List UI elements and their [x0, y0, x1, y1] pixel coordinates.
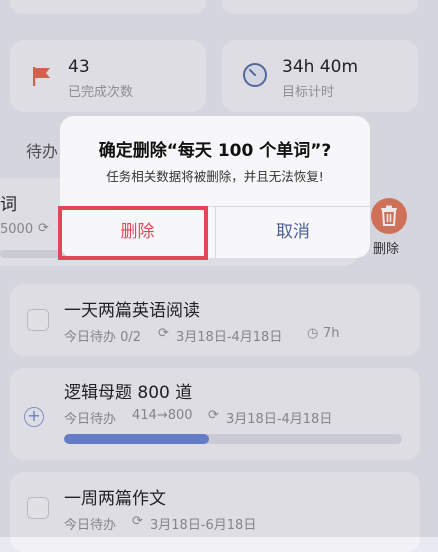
delete-button-highlight [58, 206, 208, 260]
dialog-title: 确定删除“每天 100 个单词”? [98, 141, 332, 161]
cancel-button[interactable]: 取消 [216, 207, 370, 258]
modal-overlay [0, 0, 438, 537]
dialog-message: 任务相关数据将被删除，并且无法恢复! [106, 169, 324, 184]
